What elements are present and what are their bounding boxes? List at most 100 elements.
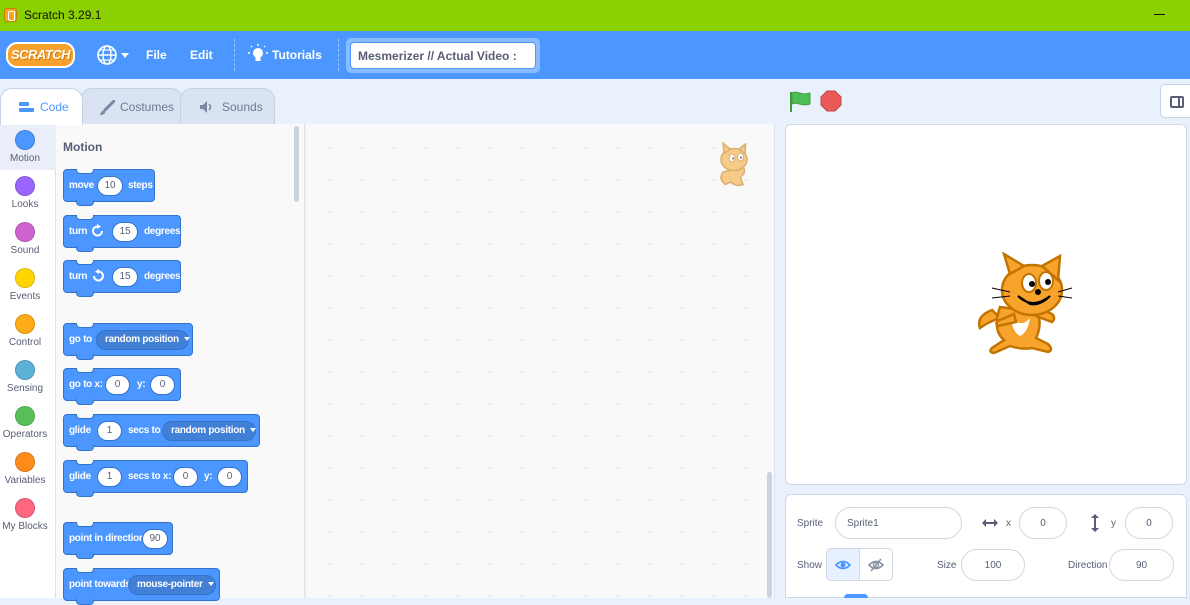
block-text: degrees bbox=[144, 226, 181, 237]
chevron-down-icon bbox=[249, 428, 256, 433]
block-point-in-direction[interactable]: point in direction 90 bbox=[63, 522, 173, 559]
stop-icon[interactable] bbox=[820, 90, 842, 112]
block-dropdown[interactable]: random position bbox=[96, 330, 190, 350]
category-menu: Motion Looks Sound Events Control Sensin… bbox=[0, 124, 56, 598]
globe-icon bbox=[97, 45, 117, 65]
direction-input[interactable] bbox=[1109, 549, 1174, 581]
block-input[interactable]: 10 bbox=[97, 176, 123, 196]
category-label: Variables bbox=[4, 475, 46, 486]
block-turn-left[interactable]: turn 15 degrees bbox=[63, 260, 181, 297]
block-turn-right[interactable]: turn 15 degrees bbox=[63, 215, 181, 252]
x-input[interactable] bbox=[1019, 507, 1067, 539]
tab-costumes[interactable]: Costumes bbox=[80, 88, 183, 124]
rotate-left-icon bbox=[93, 269, 104, 282]
show-sprite-button[interactable] bbox=[826, 548, 860, 581]
block-text: degrees bbox=[144, 271, 181, 282]
chevron-down-icon bbox=[207, 582, 214, 587]
block-text: move bbox=[69, 180, 94, 191]
category-label: Events bbox=[9, 291, 41, 302]
block-input[interactable]: 90 bbox=[142, 529, 168, 549]
project-title-input[interactable] bbox=[350, 42, 536, 69]
sprite-list-edge bbox=[844, 594, 868, 598]
block-text: glide bbox=[69, 471, 91, 482]
category-dot bbox=[15, 360, 35, 380]
menu-divider bbox=[338, 39, 339, 71]
green-flag-icon[interactable] bbox=[789, 91, 813, 113]
category-looks[interactable]: Looks bbox=[0, 170, 56, 216]
size-label: Size bbox=[937, 560, 957, 571]
block-move-steps[interactable]: move 10 steps bbox=[63, 169, 155, 206]
sprite-name-input[interactable] bbox=[835, 507, 962, 539]
tab-sounds-label: Sounds bbox=[222, 100, 263, 114]
vertical-arrows-icon bbox=[1091, 514, 1099, 532]
block-go-to-xy[interactable]: go to x: 0 y: 0 bbox=[63, 368, 181, 405]
script-area[interactable] bbox=[306, 124, 775, 598]
block-text: go to x: bbox=[69, 379, 103, 390]
block-input[interactable]: 0 bbox=[150, 375, 175, 395]
size-input[interactable] bbox=[961, 549, 1025, 581]
block-dropdown[interactable]: random position bbox=[162, 421, 256, 441]
block-text: go to bbox=[69, 334, 92, 345]
block-input[interactable]: 15 bbox=[112, 267, 138, 287]
block-glide-to[interactable]: glide 1 secs to random position bbox=[63, 414, 260, 451]
category-events[interactable]: Events bbox=[0, 262, 56, 308]
block-text: glide bbox=[69, 425, 91, 436]
category-sound[interactable]: Sound bbox=[0, 216, 56, 262]
script-area-scrollbar[interactable] bbox=[767, 472, 772, 598]
language-menu[interactable] bbox=[96, 44, 130, 66]
block-input[interactable]: 0 bbox=[105, 375, 130, 395]
category-variables[interactable]: Variables bbox=[0, 446, 56, 492]
scratch-app-icon bbox=[4, 8, 17, 22]
category-control[interactable]: Control bbox=[0, 308, 56, 354]
block-input[interactable]: 15 bbox=[112, 222, 138, 242]
category-motion[interactable]: Motion bbox=[0, 124, 56, 170]
stage-size-toggle[interactable] bbox=[1160, 84, 1190, 118]
category-label: Looks bbox=[11, 199, 39, 210]
block-go-to[interactable]: go to random position bbox=[63, 323, 193, 360]
category-my-blocks[interactable]: My Blocks bbox=[0, 492, 56, 538]
block-text: secs to x: bbox=[128, 471, 172, 482]
scratch-logo-text: SCRATCH bbox=[6, 42, 75, 68]
block-input[interactable]: 1 bbox=[97, 467, 122, 487]
tab-code[interactable]: Code bbox=[0, 88, 83, 125]
project-title-container bbox=[346, 38, 540, 73]
tab-sounds[interactable]: Sounds bbox=[180, 88, 275, 124]
block-glide-to-xy[interactable]: glide 1 secs to x: 0 y: 0 bbox=[63, 460, 248, 497]
block-input[interactable]: 0 bbox=[173, 467, 198, 487]
block-dropdown[interactable]: mouse-pointer bbox=[128, 575, 216, 595]
block-point-towards[interactable]: point towards mouse-pointer bbox=[63, 568, 220, 605]
dropdown-value: random position bbox=[171, 425, 245, 436]
block-text: secs to bbox=[128, 425, 161, 436]
tutorials-label: Tutorials bbox=[272, 48, 322, 62]
y-input[interactable] bbox=[1125, 507, 1173, 539]
minimize-button[interactable] bbox=[1154, 14, 1165, 15]
scratch-logo[interactable]: SCRATCH bbox=[6, 42, 75, 68]
dropdown-value: mouse-pointer bbox=[137, 579, 203, 590]
category-sensing[interactable]: Sensing bbox=[0, 354, 56, 400]
direction-label: Direction bbox=[1068, 560, 1108, 571]
hide-sprite-button[interactable] bbox=[859, 548, 893, 581]
palette-section-title: Motion bbox=[63, 140, 103, 154]
window-title: Scratch 3.29.1 bbox=[24, 8, 102, 22]
speaker-icon bbox=[200, 101, 212, 113]
category-dot bbox=[15, 176, 35, 196]
block-input[interactable]: 1 bbox=[97, 421, 122, 441]
block-text: y: bbox=[137, 379, 146, 390]
menu-divider bbox=[234, 39, 235, 71]
palette-scrollbar[interactable] bbox=[294, 126, 299, 202]
category-label: My Blocks bbox=[2, 521, 48, 532]
eye-icon bbox=[835, 560, 851, 570]
sprite-cat[interactable] bbox=[974, 252, 1074, 356]
block-input[interactable]: 0 bbox=[217, 467, 242, 487]
category-dot bbox=[15, 314, 35, 334]
code-blocks-icon bbox=[19, 102, 34, 112]
paintbrush-icon bbox=[100, 100, 115, 115]
rotate-right-icon bbox=[92, 224, 103, 237]
edit-menu[interactable]: Edit bbox=[190, 48, 213, 62]
file-menu[interactable]: File bbox=[146, 48, 167, 62]
block-text: point towards bbox=[69, 579, 131, 590]
category-dot bbox=[15, 222, 35, 242]
category-operators[interactable]: Operators bbox=[0, 400, 56, 446]
y-label: y bbox=[1111, 518, 1116, 529]
small-stage-icon bbox=[1170, 96, 1184, 108]
